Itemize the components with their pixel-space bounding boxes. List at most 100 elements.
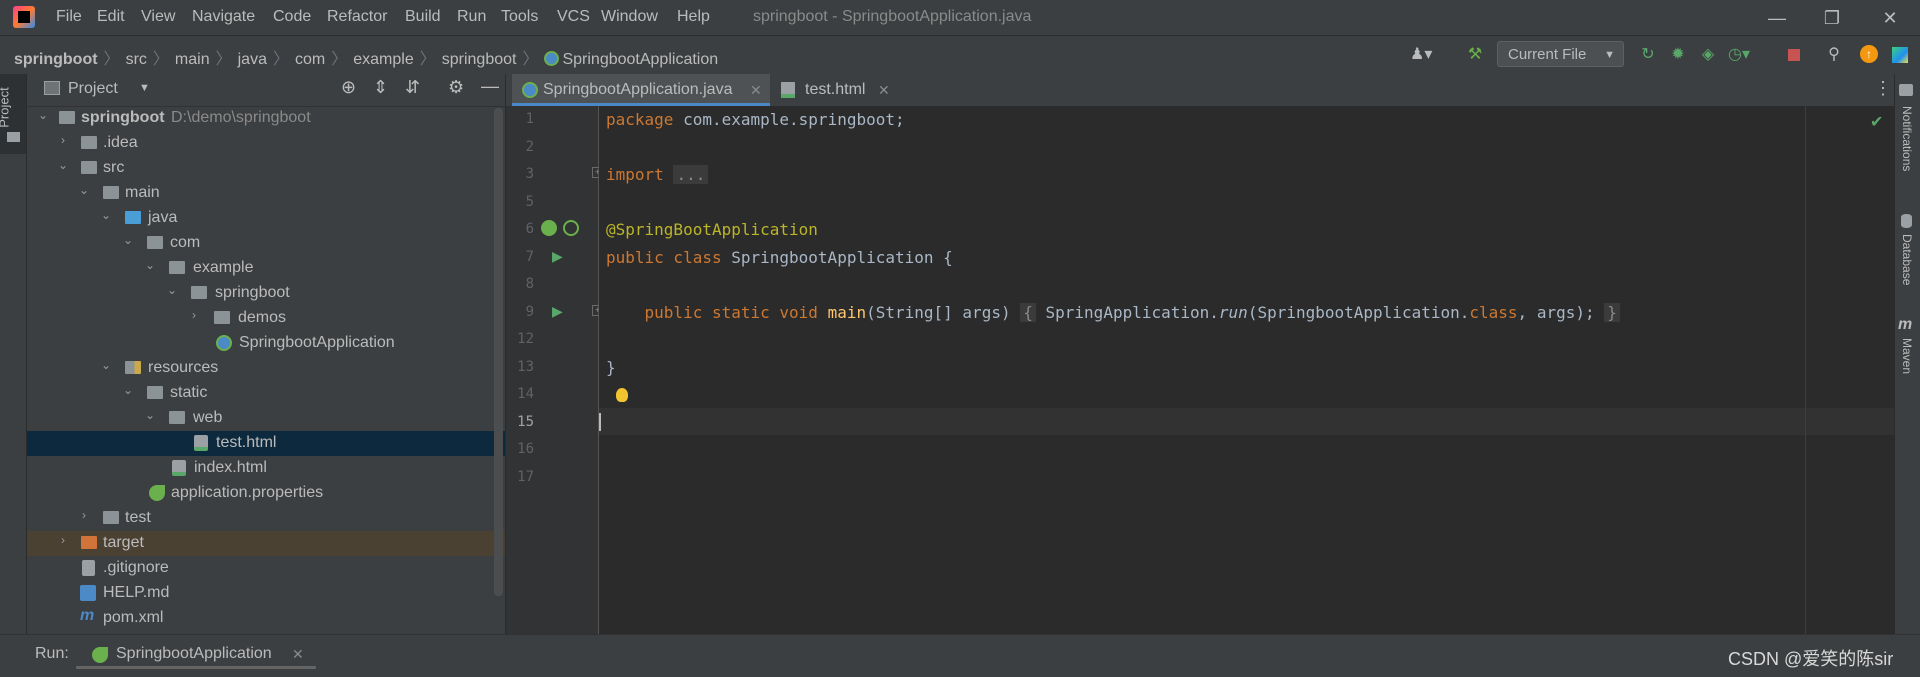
run-gutter-icon[interactable]: ▶ bbox=[552, 303, 563, 320]
chevron-down-icon[interactable]: ⌄ bbox=[121, 383, 135, 397]
chevron-right-icon[interactable]: › bbox=[77, 508, 91, 522]
debug-icon[interactable]: ✹ bbox=[1668, 45, 1688, 65]
chevron-right-icon[interactable]: › bbox=[56, 533, 70, 547]
close-tab-icon[interactable]: ✕ bbox=[750, 74, 762, 106]
chevron-down-icon[interactable]: ⌄ bbox=[77, 183, 91, 197]
search-icon[interactable]: ⚲ bbox=[1824, 45, 1844, 65]
project-view-title[interactable]: Project bbox=[68, 80, 118, 98]
tab-test-html[interactable]: test.html ✕ bbox=[775, 74, 895, 106]
run-configuration-select[interactable]: Current File ▼ bbox=[1497, 41, 1624, 67]
maven-icon[interactable]: m bbox=[1898, 316, 1912, 334]
code-editor[interactable] bbox=[599, 106, 1894, 634]
user-icon[interactable]: ♟▾ bbox=[1410, 45, 1432, 65]
menu-run[interactable]: Run bbox=[457, 8, 486, 26]
breadcrumb-item[interactable]: springboot bbox=[14, 51, 98, 68]
folded-body[interactable]: { bbox=[1020, 303, 1036, 322]
chevron-down-icon[interactable]: ⌄ bbox=[143, 408, 157, 422]
menu-view[interactable]: View bbox=[141, 8, 175, 26]
update-icon[interactable]: ↑ bbox=[1860, 45, 1880, 65]
collapse-all-icon[interactable]: ⇵ bbox=[405, 77, 420, 98]
locate-icon[interactable]: ⊕ bbox=[341, 77, 356, 98]
folded-body[interactable]: } bbox=[1604, 303, 1620, 322]
run-gutter-icon[interactable]: ▶ bbox=[552, 248, 563, 265]
chevron-down-icon[interactable]: ⌄ bbox=[165, 283, 179, 297]
tree-row-test[interactable]: › test bbox=[27, 506, 505, 531]
chevron-down-icon[interactable]: ⌄ bbox=[121, 233, 135, 247]
menu-build[interactable]: Build bbox=[405, 8, 441, 26]
spring-bean-icon[interactable] bbox=[541, 220, 557, 236]
chevron-right-icon[interactable]: › bbox=[187, 308, 201, 322]
tree-row-test-html-selected[interactable]: test.html bbox=[27, 431, 505, 456]
hide-panel-icon[interactable]: — bbox=[481, 76, 499, 97]
tree-row-springboot[interactable]: ⌄ springboot D:\demo\springboot bbox=[27, 106, 505, 131]
rerun-icon[interactable]: ↻ bbox=[1638, 45, 1658, 65]
chevron-down-icon[interactable]: ▼ bbox=[139, 82, 150, 94]
tree-row-example[interactable]: ⌄ example bbox=[27, 256, 505, 281]
menu-file[interactable]: File bbox=[56, 8, 82, 26]
tree-row-springbootapplication[interactable]: SpringbootApplication bbox=[27, 331, 505, 356]
close-run-tab-icon[interactable]: ✕ bbox=[292, 646, 304, 663]
chevron-down-icon[interactable]: ⌄ bbox=[99, 358, 113, 372]
tree-row-static[interactable]: ⌄ static bbox=[27, 381, 505, 406]
close-window-icon[interactable]: ✕ bbox=[1870, 4, 1910, 32]
tree-row-main[interactable]: ⌄ main bbox=[27, 181, 505, 206]
tree-row-web[interactable]: ⌄ web bbox=[27, 406, 505, 431]
menu-navigate[interactable]: Navigate bbox=[192, 8, 255, 26]
breadcrumb-item[interactable]: example bbox=[353, 51, 413, 68]
project-stripe-label[interactable]: Project bbox=[0, 87, 12, 127]
menu-refactor[interactable]: Refactor bbox=[327, 8, 387, 26]
menu-vcs[interactable]: VCS bbox=[557, 8, 590, 26]
build-hammer-icon[interactable]: ⚒ bbox=[1465, 45, 1485, 65]
breadcrumb-item[interactable]: src bbox=[126, 51, 147, 68]
intellij-logo-icon[interactable] bbox=[13, 6, 35, 28]
expand-all-icon[interactable]: ⇕ bbox=[373, 77, 388, 98]
breadcrumb-item[interactable]: SpringbootApplication bbox=[562, 51, 718, 68]
breadcrumb-item[interactable]: com bbox=[295, 51, 325, 68]
menu-tools[interactable]: Tools bbox=[501, 8, 538, 26]
tree-row-java[interactable]: ⌄ java bbox=[27, 206, 505, 231]
breadcrumb-item[interactable]: springboot bbox=[442, 51, 517, 68]
chevron-right-icon[interactable]: › bbox=[56, 133, 70, 147]
menu-edit[interactable]: Edit bbox=[97, 8, 125, 26]
run-tab-springbootapplication[interactable]: SpringbootApplication bbox=[116, 645, 272, 663]
restore-icon[interactable]: ❐ bbox=[1812, 4, 1852, 32]
notifications-icon[interactable] bbox=[1899, 84, 1913, 96]
tree-row-src[interactable]: ⌄ src bbox=[27, 156, 505, 181]
tree-row-index-html[interactable]: index.html bbox=[27, 456, 505, 481]
stop-icon[interactable] bbox=[1784, 45, 1804, 65]
chevron-down-icon[interactable]: ⌄ bbox=[56, 158, 70, 172]
chevron-down-icon[interactable]: ⌄ bbox=[143, 258, 157, 272]
database-tool-button[interactable]: Database bbox=[1900, 234, 1914, 285]
menu-window[interactable]: Window bbox=[601, 8, 658, 26]
menu-help[interactable]: Help bbox=[677, 8, 710, 26]
breadcrumb-item[interactable]: java bbox=[238, 51, 267, 68]
no-problems-check-icon[interactable]: ✔ bbox=[1870, 112, 1883, 132]
notifications-tool-button[interactable]: Notifications bbox=[1900, 106, 1914, 171]
menu-code[interactable]: Code bbox=[273, 8, 311, 26]
breadcrumb-item[interactable]: main bbox=[175, 51, 210, 68]
gear-icon[interactable]: ⚙ bbox=[448, 77, 464, 98]
coverage-icon[interactable]: ◈ bbox=[1698, 45, 1718, 65]
maven-tool-button[interactable]: Maven bbox=[1900, 338, 1914, 374]
tree-row-idea[interactable]: › .idea bbox=[27, 131, 505, 156]
tree-row-application-properties[interactable]: application.properties bbox=[27, 481, 505, 506]
database-icon[interactable] bbox=[1901, 214, 1912, 228]
tree-row-gitignore[interactable]: .gitignore bbox=[27, 556, 505, 581]
minimize-icon[interactable]: — bbox=[1757, 4, 1797, 32]
tree-row-target[interactable]: › target bbox=[27, 531, 505, 556]
tree-row-resources[interactable]: ⌄ resources bbox=[27, 356, 505, 381]
tree-row-com[interactable]: ⌄ com bbox=[27, 231, 505, 256]
toolbox-icon[interactable] bbox=[1890, 45, 1910, 65]
more-tabs-icon[interactable]: ⋮ bbox=[1874, 78, 1892, 99]
tree-row-demos[interactable]: › demos bbox=[27, 306, 505, 331]
tab-springbootapplication-java[interactable]: SpringbootApplication.java ✕ bbox=[512, 74, 770, 106]
project-scrollbar[interactable] bbox=[494, 108, 503, 596]
profiler-icon[interactable]: ◷▾ bbox=[1728, 45, 1750, 65]
chevron-down-icon[interactable]: ⌄ bbox=[36, 108, 50, 122]
folded-imports[interactable]: ... bbox=[673, 165, 709, 184]
tree-row-springboot-package[interactable]: ⌄ springboot bbox=[27, 281, 505, 306]
close-tab-icon[interactable]: ✕ bbox=[878, 74, 890, 106]
tree-row-pom-xml[interactable]: m pom.xml bbox=[27, 606, 505, 631]
spring-config-icon[interactable] bbox=[563, 220, 579, 236]
tree-row-help-md[interactable]: HELP.md bbox=[27, 581, 505, 606]
